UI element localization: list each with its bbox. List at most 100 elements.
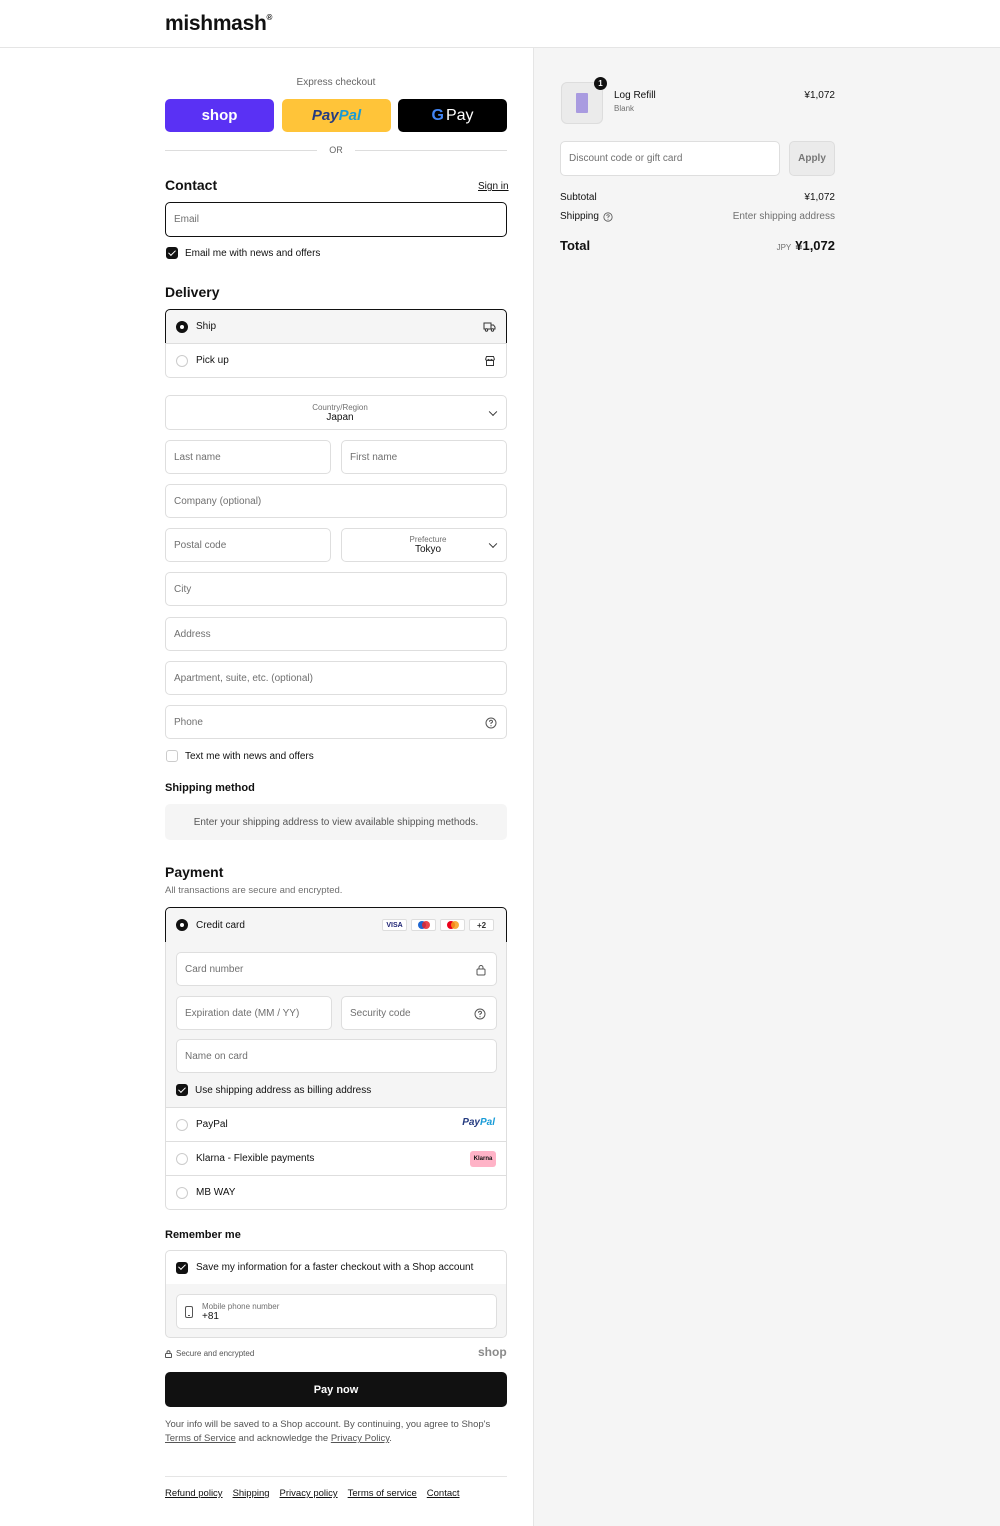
total-value-group: JPY ¥1,072 xyxy=(720,238,835,253)
prefecture-label: Prefecture xyxy=(409,535,447,544)
postal-code-field[interactable]: Postal code xyxy=(165,528,331,562)
sign-in-link[interactable]: Sign in xyxy=(478,181,509,192)
delivery-title: Delivery xyxy=(165,284,220,300)
secure-note: Secure and encrypted xyxy=(165,1349,254,1358)
payment-title: Payment xyxy=(165,864,224,880)
visa-icon: VISA xyxy=(382,919,407,931)
terms-of-service-link[interactable]: Terms of service xyxy=(348,1488,417,1499)
email-news-label: Email me with news and offers xyxy=(185,247,321,259)
pickup-label: Pick up xyxy=(196,355,229,366)
pickup-option[interactable]: Pick up xyxy=(165,343,507,378)
klarna-logo: Klarna xyxy=(470,1151,496,1167)
prefecture-select[interactable]: Prefecture Tokyo xyxy=(341,528,507,562)
shop-logo: shop xyxy=(478,1345,507,1359)
last-name-placeholder: Last name xyxy=(174,451,221,463)
billing-same-checkbox[interactable] xyxy=(176,1084,188,1096)
billing-same-option[interactable]: Use shipping address as billing address xyxy=(176,1084,371,1096)
order-summary-panel xyxy=(533,48,1000,1526)
product-image xyxy=(576,93,588,113)
refund-policy-link[interactable]: Refund policy xyxy=(165,1488,223,1499)
contact-link[interactable]: Contact xyxy=(427,1488,460,1499)
product-variant: Blank xyxy=(614,104,635,113)
text-news-label: Text me with news and offers xyxy=(185,750,314,762)
paypal-radio[interactable] xyxy=(176,1118,188,1131)
subtotal-label: Subtotal xyxy=(560,192,597,203)
product-price: ¥1,072 xyxy=(804,90,835,101)
company-field[interactable]: Company (optional) xyxy=(165,484,507,518)
name-on-card-field[interactable]: Name on card xyxy=(176,1039,497,1073)
country-value: Japan xyxy=(326,411,354,423)
apartment-field[interactable]: Apartment, suite, etc. (optional) xyxy=(165,661,507,695)
contact-title: Contact xyxy=(165,177,218,193)
shop-pay-button[interactable]: shop xyxy=(165,99,274,132)
save-info-checkbox[interactable] xyxy=(176,1261,188,1274)
mbway-label: MB WAY xyxy=(196,1187,236,1198)
apply-button[interactable]: Apply xyxy=(789,141,835,176)
paypal-label: PayPal xyxy=(196,1119,228,1130)
legal-text: Your info will be saved to a Shop accoun… xyxy=(165,1419,491,1444)
card-brands: VISA +2 xyxy=(382,919,494,931)
card-number-placeholder: Card number xyxy=(185,963,244,975)
privacy-policy-link[interactable]: Privacy Policy xyxy=(331,1433,389,1444)
paypal-button[interactable]: Pay Pal xyxy=(282,99,391,132)
mastercard-icon xyxy=(440,919,465,931)
expiration-field[interactable]: Expiration date (MM / YY) xyxy=(176,996,332,1030)
privacy-policy-link[interactable]: Privacy policy xyxy=(280,1488,338,1499)
first-name-field[interactable]: First name xyxy=(341,440,507,474)
phone-field[interactable]: Phone xyxy=(165,705,507,739)
city-field[interactable]: City xyxy=(165,572,507,606)
phone-placeholder: Phone xyxy=(174,716,203,728)
postal-code-placeholder: Postal code xyxy=(174,539,227,551)
paypal-option[interactable]: PayPal PayPal xyxy=(165,1107,507,1142)
mobile-phone-field[interactable]: Mobile phone number +81 xyxy=(176,1294,497,1329)
credit-card-option[interactable]: Credit card VISA +2 xyxy=(165,907,507,943)
pickup-radio[interactable] xyxy=(176,354,188,367)
email-field[interactable]: Email xyxy=(165,202,507,237)
address-field[interactable]: Address xyxy=(165,617,507,651)
save-info-label: Save my information for a faster checkou… xyxy=(196,1262,474,1273)
email-news-checkbox[interactable] xyxy=(166,247,178,259)
mobile-value: +81 xyxy=(202,1310,219,1322)
brand-logo[interactable]: mishmash® xyxy=(165,12,272,36)
email-news-option[interactable]: Email me with news and offers xyxy=(166,247,320,259)
help-icon[interactable] xyxy=(603,211,613,222)
text-news-option[interactable]: Text me with news and offers xyxy=(166,750,314,762)
name-on-card-placeholder: Name on card xyxy=(185,1050,248,1062)
chevron-down-icon xyxy=(488,539,498,549)
klarna-radio[interactable] xyxy=(176,1152,188,1165)
terms-of-service-link[interactable]: Terms of Service xyxy=(165,1433,236,1444)
card-number-field[interactable]: Card number xyxy=(176,952,497,986)
lock-icon xyxy=(476,964,486,976)
paypal-logo: PayPal xyxy=(462,1117,495,1128)
ship-radio[interactable] xyxy=(176,320,188,333)
divider xyxy=(355,150,507,151)
pay-now-button[interactable]: Pay now xyxy=(165,1372,507,1407)
mbway-option[interactable]: MB WAY xyxy=(165,1175,507,1210)
first-name-placeholder: First name xyxy=(350,451,398,463)
country-select[interactable]: Country/Region Japan xyxy=(165,395,507,430)
apartment-placeholder: Apartment, suite, etc. (optional) xyxy=(174,672,313,684)
google-icon: G xyxy=(431,106,444,124)
last-name-field[interactable]: Last name xyxy=(165,440,331,474)
klarna-label: Klarna - Flexible payments xyxy=(196,1153,315,1164)
save-info-option[interactable]: Save my information for a faster checkou… xyxy=(165,1250,507,1285)
klarna-option[interactable]: Klarna - Flexible payments Klarna xyxy=(165,1141,507,1176)
help-icon[interactable] xyxy=(485,717,497,729)
country-label: Country/Region xyxy=(312,402,368,412)
subtotal-value: ¥1,072 xyxy=(804,192,835,203)
credit-card-radio[interactable] xyxy=(176,919,188,931)
shipping-link[interactable]: Shipping xyxy=(233,1488,270,1499)
credit-card-label: Credit card xyxy=(196,919,245,931)
text-news-checkbox[interactable] xyxy=(166,750,178,762)
google-pay-button[interactable]: G Pay xyxy=(398,99,507,132)
security-code-field[interactable]: Security code xyxy=(341,996,497,1030)
shipping-value: Enter shipping address xyxy=(732,211,835,222)
ship-label: Ship xyxy=(196,321,217,332)
mobile-label: Mobile phone number xyxy=(202,1301,280,1311)
mbway-radio[interactable] xyxy=(176,1186,188,1199)
payment-subtitle: All transactions are secure and encrypte… xyxy=(165,885,343,896)
help-icon[interactable] xyxy=(474,1008,486,1020)
discount-code-field[interactable]: Discount code or gift card xyxy=(560,141,780,176)
ship-option[interactable]: Ship xyxy=(165,309,507,344)
currency-code: JPY xyxy=(776,243,792,252)
